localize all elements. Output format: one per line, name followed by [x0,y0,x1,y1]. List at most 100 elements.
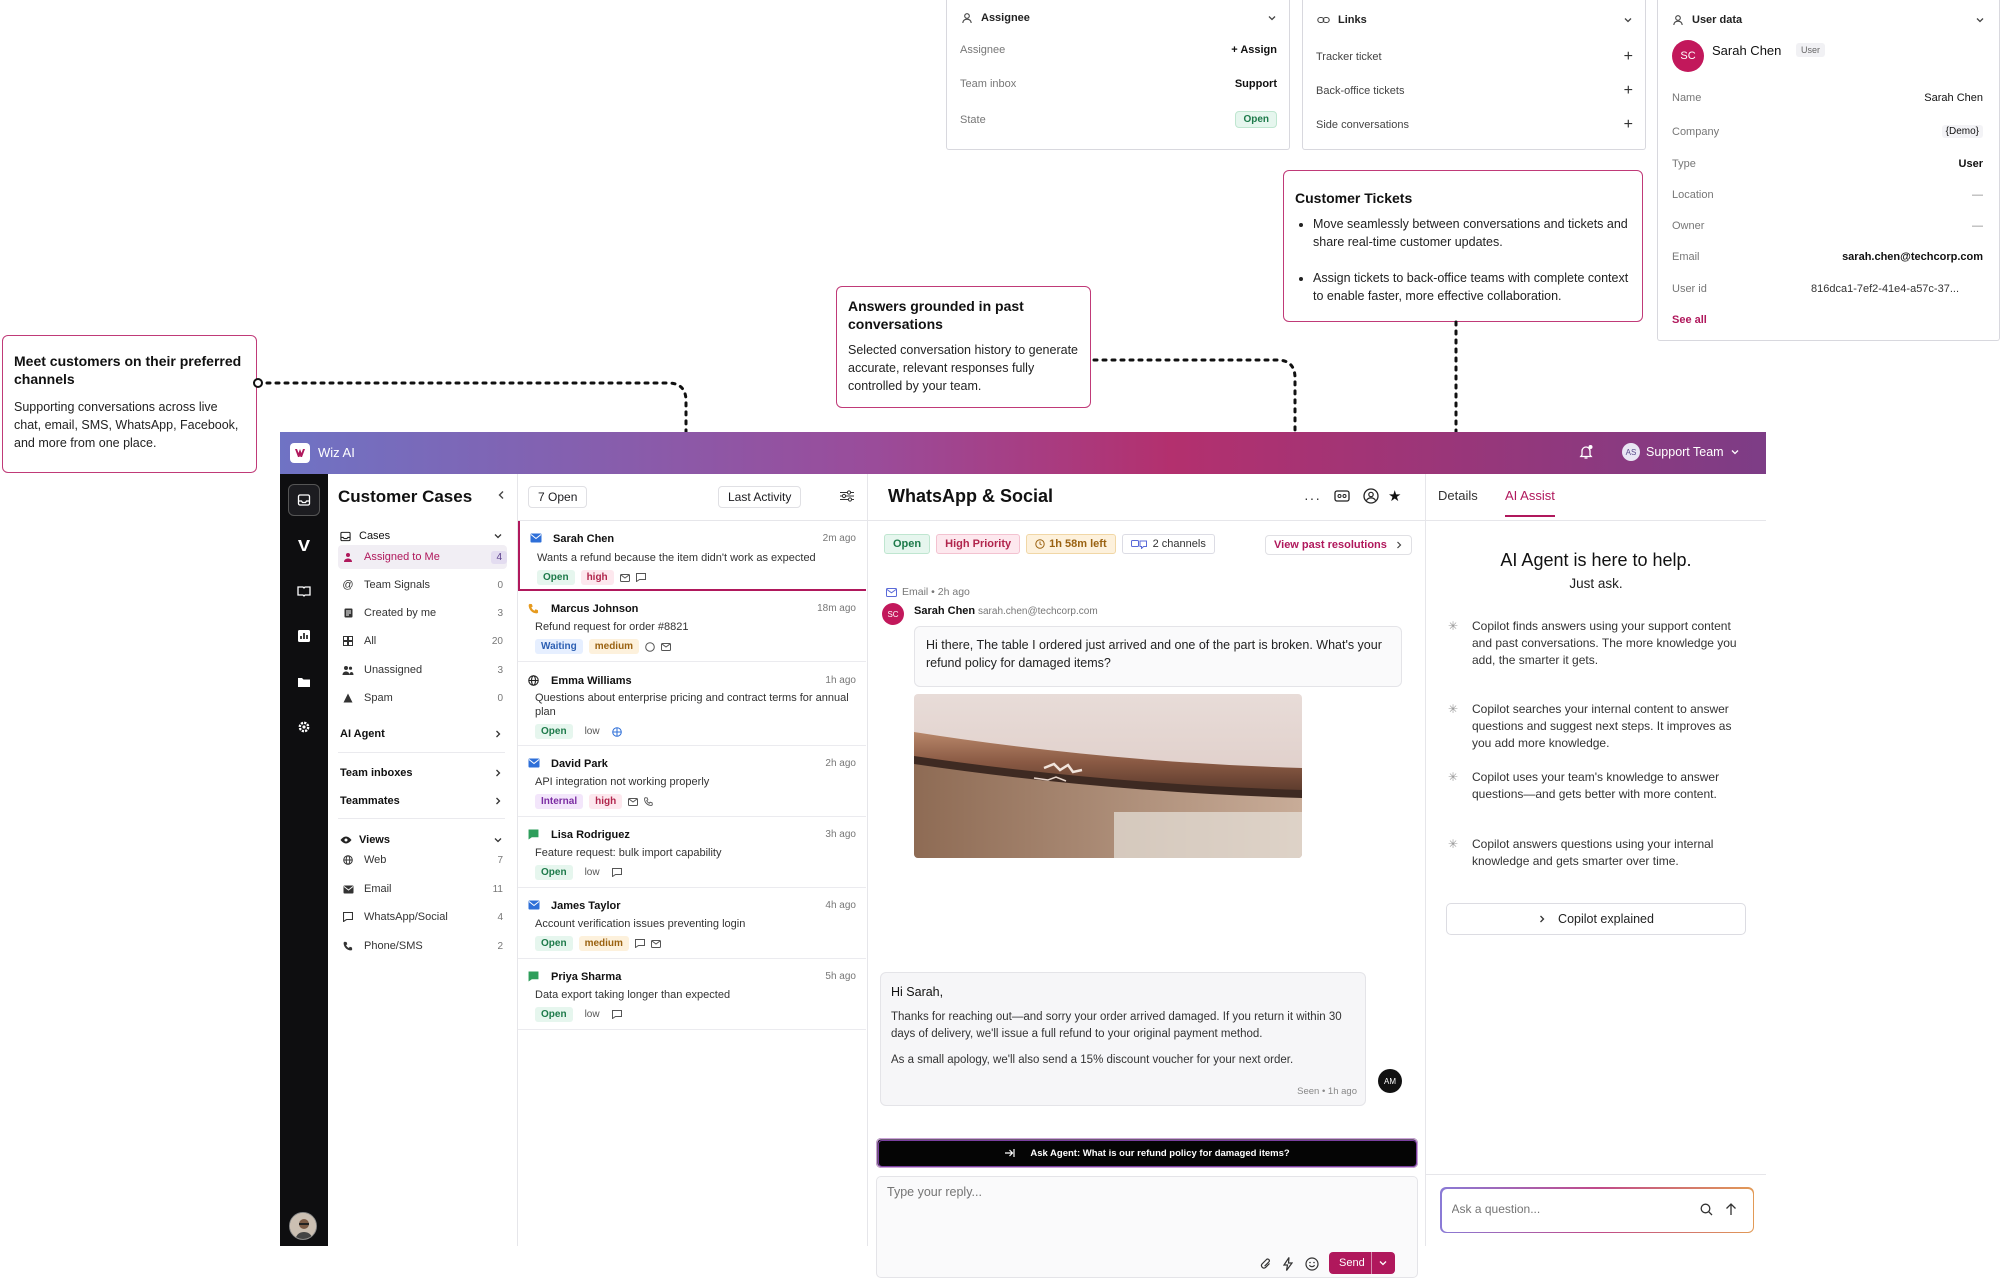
nav-view-whatsapp[interactable]: WhatsApp/Social 4 [338,905,507,929]
list-item[interactable]: Lisa Rodriguez 3h ago Feature request: b… [518,818,866,888]
list-item-time: 1h ago [825,675,856,686]
cases-section[interactable]: Cases [340,526,503,546]
nav-team-inboxes[interactable]: Team inboxes [340,763,503,783]
chevron-down-icon [1731,450,1739,455]
nav-label: Team Signals [364,579,431,591]
priority-chip[interactable]: High Priority [936,534,1021,554]
team-switcher[interactable]: AS Support Team [1622,443,1740,461]
emoji-icon[interactable] [1305,1257,1319,1271]
sort-button[interactable]: Last Activity [718,486,802,508]
bell-icon[interactable] [1578,444,1594,460]
list-item-subject: Questions about enterprise pricing and c… [535,692,849,718]
nav-view-phone[interactable]: Phone/SMS 2 [338,934,507,958]
message-meta-label: Email • 2h ago [902,586,970,598]
user-circle-icon[interactable] [1363,488,1379,504]
nav-count: 3 [497,664,503,676]
nav-created-by-me[interactable]: Created by me 3 [338,601,507,625]
list-item[interactable]: David Park 2h ago API integration not wo… [518,747,866,817]
icon-rail [280,474,328,1246]
ticket-icon[interactable] [1334,490,1350,502]
inbox-icon[interactable] [288,484,320,516]
nav-spam[interactable]: Spam 0 [338,686,507,710]
list-item-time: 2m ago [822,533,856,544]
submit-arrow-icon[interactable] [1725,1202,1737,1216]
list-item[interactable]: Marcus Johnson 18m ago Refund request fo… [518,592,866,662]
list-item[interactable]: Priya Sharma 5h ago Data export taking l… [518,960,866,1030]
reports-icon[interactable] [288,620,320,652]
copilot-point: ✳ Copilot searches your internal content … [1448,701,1738,752]
chat-icon [634,939,645,948]
nav-ai-agent[interactable]: AI Agent [340,724,503,744]
list-item-name: Sarah Chen [553,533,615,545]
clock-icon [1035,539,1045,549]
attachment-icon[interactable] [1260,1257,1272,1271]
search-icon[interactable] [1700,1203,1713,1216]
nav-count: 4 [491,550,507,564]
eye-icon [340,836,352,844]
filter-settings-icon[interactable] [840,490,854,502]
tab-ai-assist[interactable]: AI Assist [1505,488,1555,517]
divider [338,752,505,753]
globe-icon [338,855,358,865]
user-avatar[interactable] [289,1212,317,1240]
nav-label: Web [364,854,387,866]
star-icon[interactable]: ★ [1388,487,1401,505]
list-item-subject: Wants a refund because the item didn't w… [537,552,816,564]
ask-question-input[interactable] [1451,1201,1682,1216]
channels-chip[interactable]: 2 channels [1121,534,1215,554]
nav-team-signals[interactable]: @ Team Signals 0 [338,573,507,597]
more-icon[interactable]: ··· [1304,490,1321,506]
list-item-name: Priya Sharma [551,971,622,983]
reply-input[interactable] [887,1185,1307,1199]
list-item-name: Marcus Johnson [551,603,639,615]
enter-icon [1004,1148,1016,1158]
chat-icon [611,1010,622,1019]
damaged-table-photo[interactable] [914,694,1302,858]
knowledge-icon[interactable] [288,575,320,607]
list-item[interactable]: Sarah Chen 2m ago Wants a refund because… [518,521,866,591]
list-item-subject: Data export taking longer than expected [535,989,731,1001]
ask-agent-button[interactable]: Ask Agent: What is our refund policy for… [876,1138,1418,1168]
chat-icon [528,829,539,840]
view-past-resolutions-button[interactable]: View past resolutions [1265,535,1412,555]
copilot-explained-button[interactable]: Copilot explained [1446,903,1746,935]
nav-unassigned[interactable]: Unassigned 3 [338,658,507,682]
list-item[interactable]: James Taylor 4h ago Account verification… [518,889,866,959]
mail-icon [650,939,661,948]
divider [868,520,1425,521]
lightning-icon[interactable] [1283,1257,1293,1271]
collapse-icon[interactable] [496,489,506,501]
chevron-down-icon[interactable] [1371,1252,1388,1274]
nav-view-web[interactable]: Web 7 [338,848,507,872]
nav-view-email[interactable]: Email 11 [338,877,507,901]
person-icon [338,552,358,562]
list-item-time: 4h ago [825,900,856,911]
nav-assigned-to-me[interactable]: Assigned to Me 4 [338,545,507,569]
sla-chip[interactable]: 1h 58m left [1026,534,1116,554]
folder-icon[interactable] [288,666,320,698]
list-item[interactable]: Emma Williams 1h ago Questions about ent… [518,663,866,746]
chevron-right-icon [1538,914,1546,924]
nav-teammates[interactable]: Teammates [340,791,503,811]
priority-tag: high [580,570,614,585]
status-tag: Open [535,936,573,951]
customer-message: Hi there, The table I ordered just arriv… [914,626,1402,687]
nav-all[interactable]: All 20 [338,629,507,653]
section-label: Cases [359,530,391,542]
tab-details[interactable]: Details [1438,488,1478,503]
copilot-point-text: Copilot uses your team's knowledge to an… [1472,770,1720,801]
mail-icon [619,573,630,582]
section-label: AI Agent [340,728,385,740]
gear-icon[interactable] [288,711,320,743]
sparkle-icon: ✳ [1448,837,1459,851]
ai-agent-icon[interactable] [288,529,320,561]
send-button[interactable]: Send [1329,1252,1395,1274]
views-section[interactable]: Views [340,830,503,850]
open-filter-button[interactable]: 7 Open [528,486,588,508]
send-label: Send [1339,1257,1365,1269]
status-chip[interactable]: Open [884,534,931,554]
priority-tag: high [589,794,623,809]
sparkle-icon: ✳ [1448,619,1459,633]
people-icon [338,665,358,675]
brand-logo-icon[interactable] [290,443,310,463]
